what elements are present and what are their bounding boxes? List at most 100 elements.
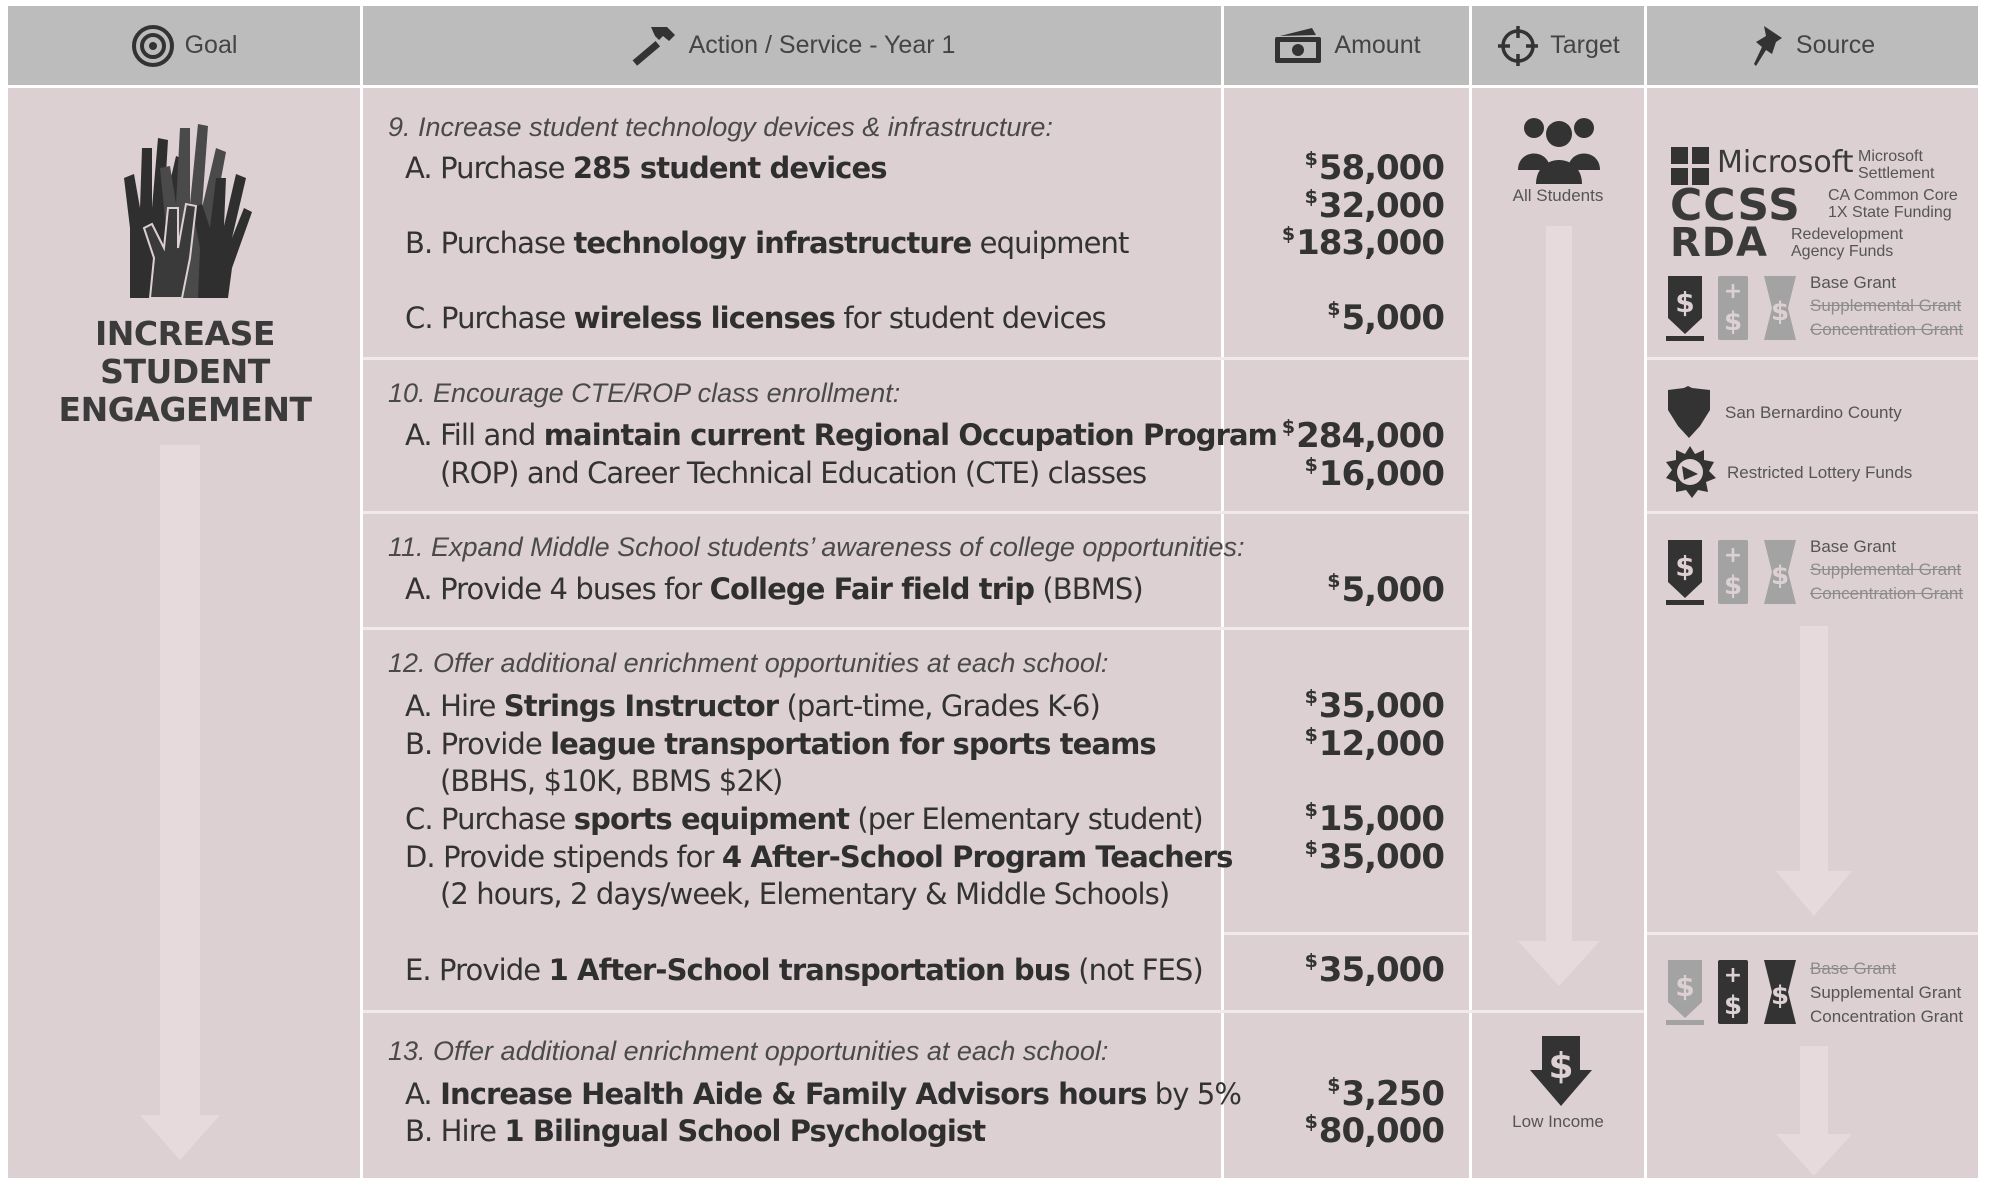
- section-12-item-c: C. Purchase sports equipment (per Elemen…: [405, 802, 1204, 836]
- section-10-intro: 10. Encourage CTE/ROP class enrollment:: [388, 378, 901, 408]
- svg-text:$: $: [1675, 286, 1694, 319]
- concentration-grant-icon: $: [1764, 540, 1796, 604]
- svg-text:$: $: [1675, 550, 1694, 583]
- row-divider: [363, 627, 1469, 630]
- svg-text:+: +: [1724, 279, 1742, 304]
- grant-supplemental-label-3: Supplemental Grant: [1810, 983, 1962, 1002]
- amount-9b1: $32,000: [1304, 186, 1445, 226]
- section-9-item-a: A. Purchase 285 student devices: [405, 151, 888, 185]
- row-divider: [1647, 511, 1978, 514]
- down-arrow-icon: [1776, 626, 1852, 916]
- base-grant-icon: $: [1666, 540, 1704, 605]
- svg-text:$: $: [1771, 297, 1789, 327]
- concentration-grant-icon: $: [1764, 960, 1796, 1024]
- amount-12d: $35,000: [1304, 837, 1445, 877]
- svg-text:$: $: [1548, 1046, 1573, 1087]
- svg-text:$: $: [1724, 571, 1742, 601]
- target-all-students: All Students: [1512, 186, 1604, 205]
- header-action-label: Action / Service - Year 1: [688, 31, 956, 59]
- pushpin-icon: [1753, 25, 1782, 66]
- section-12-intro: 12. Offer additional enrichment opportun…: [388, 648, 1109, 678]
- grant-supplemental-label-1: Supplemental Grant: [1810, 296, 1962, 315]
- amount-13b: $80,000: [1304, 1111, 1445, 1151]
- header-action: Action / Service - Year 1: [363, 6, 1221, 85]
- restricted-lottery-label: Restricted Lottery Funds: [1727, 463, 1913, 482]
- svg-text:+: +: [1724, 963, 1742, 988]
- header-source: Source: [1647, 6, 1978, 85]
- svg-text:$: $: [1675, 970, 1694, 1003]
- section-12-item-b-line2: (BBHS, $10K, BBMS $2K): [440, 764, 783, 798]
- grant-icons-row-1: $ + $ $: [1666, 276, 1796, 341]
- ccss-source-label: CA Common Core 1X State Funding: [1828, 187, 1958, 221]
- grant-icons-row-2: $ + $ $: [1666, 540, 1796, 605]
- section-12-item-b: B. Provide league transportation for spo…: [405, 727, 1157, 761]
- grant-base-label-3: Base Grant: [1810, 959, 1896, 978]
- cash-icon: [1275, 27, 1322, 63]
- concentration-grant-icon: $: [1764, 276, 1796, 340]
- header-amount: Amount: [1224, 6, 1469, 85]
- amount-11a: $5,000: [1327, 570, 1445, 610]
- target-rings-icon: [131, 24, 174, 67]
- amount-12b: $12,000: [1304, 724, 1445, 764]
- county-shield-icon: [1668, 386, 1710, 438]
- rda-source-label: Redevelopment Agency Funds: [1791, 226, 1904, 260]
- section-9-intro: 9. Increase student technology devices &…: [388, 112, 1053, 142]
- svg-text:$: $: [1724, 307, 1742, 337]
- grant-supplemental-label-2: Supplemental Grant: [1810, 560, 1962, 579]
- row-divider: [363, 357, 1469, 360]
- supplemental-grant-icon: + $: [1718, 960, 1748, 1024]
- base-grant-icon: $: [1666, 276, 1704, 341]
- students-group-icon: [1518, 118, 1600, 184]
- san-bernardino-county-label: San Bernardino County: [1725, 403, 1902, 422]
- header-goal: Goal: [8, 6, 360, 85]
- svg-text:$: $: [1724, 991, 1742, 1021]
- amount-9a: $58,000: [1304, 148, 1445, 188]
- row-divider: [1647, 357, 1978, 360]
- section-12-item-d: D. Provide stipends for 4 After-School P…: [405, 840, 1233, 874]
- section-12-item-e: E. Provide 1 After-School transportation…: [405, 953, 1204, 987]
- header-source-label: Source: [1795, 31, 1876, 59]
- grant-concentration-label-1: Concentration Grant: [1810, 320, 1964, 339]
- section-9-item-b: B. Purchase technology infrastructure eq…: [405, 226, 1129, 260]
- amount-10b: $16,000: [1304, 454, 1445, 494]
- svg-text:+: +: [1724, 543, 1742, 568]
- grant-concentration-label-2: Concentration Grant: [1810, 584, 1964, 603]
- header-goal-label: Goal: [184, 31, 238, 59]
- down-arrow-icon: [140, 445, 220, 1160]
- svg-text:$: $: [1771, 981, 1789, 1011]
- base-grant-icon: $: [1666, 960, 1704, 1025]
- header-target: Target: [1472, 6, 1644, 85]
- supplemental-grant-icon: + $: [1718, 276, 1748, 340]
- section-12-item-a: A. Hire Strings Instructor (part-time, G…: [405, 689, 1101, 723]
- section-9-item-c: C. Purchase wireless licenses for studen…: [405, 301, 1107, 335]
- row-divider: [1647, 932, 1978, 935]
- amount-10a: $284,000: [1281, 416, 1445, 456]
- raised-hands-icon: [124, 124, 252, 299]
- section-10-item-a: A. Fill and maintain current Regional Oc…: [405, 418, 1278, 452]
- amount-13a: $3,250: [1327, 1074, 1445, 1114]
- header-amount-label: Amount: [1334, 31, 1421, 59]
- amount-9c: $5,000: [1327, 298, 1445, 338]
- hammer-icon: [632, 26, 675, 66]
- dollar-down-arrow-icon: $: [1530, 1036, 1592, 1106]
- crosshair-icon: [1498, 25, 1539, 66]
- section-11-intro: 11. Expand Middle School students’ aware…: [388, 532, 1245, 562]
- grant-icons-row-3: $ + $ $: [1666, 960, 1796, 1025]
- section-13-item-a: A. Increase Health Aide & Family Advisor…: [405, 1077, 1242, 1111]
- amount-12a: $35,000: [1304, 686, 1445, 726]
- section-11-item-a: A. Provide 4 buses for College Fair fiel…: [405, 572, 1144, 606]
- amount-12e: $35,000: [1304, 950, 1445, 990]
- amount-12c: $15,000: [1304, 799, 1445, 839]
- lcap-table: Goal Action / Service - Year 1 Amount Ta…: [0, 0, 1989, 1178]
- grant-base-label-2: Base Grant: [1810, 537, 1896, 556]
- microsoft-source-label: Microsoft Settlement: [1858, 148, 1935, 182]
- svg-text:$: $: [1771, 561, 1789, 591]
- section-12-item-d-line2: (2 hours, 2 days/week, Elementary & Midd…: [440, 877, 1170, 911]
- supplemental-grant-icon: + $: [1718, 540, 1748, 604]
- row-divider: [363, 511, 1469, 514]
- microsoft-brand: Microsoft: [1717, 145, 1854, 180]
- section-10-item-a-line2: (ROP) and Career Technical Education (CT…: [440, 456, 1147, 490]
- section-13-intro: 13. Offer additional enrichment opportun…: [388, 1036, 1109, 1066]
- row-divider: [1224, 932, 1469, 935]
- lottery-badge-icon: [1666, 446, 1716, 498]
